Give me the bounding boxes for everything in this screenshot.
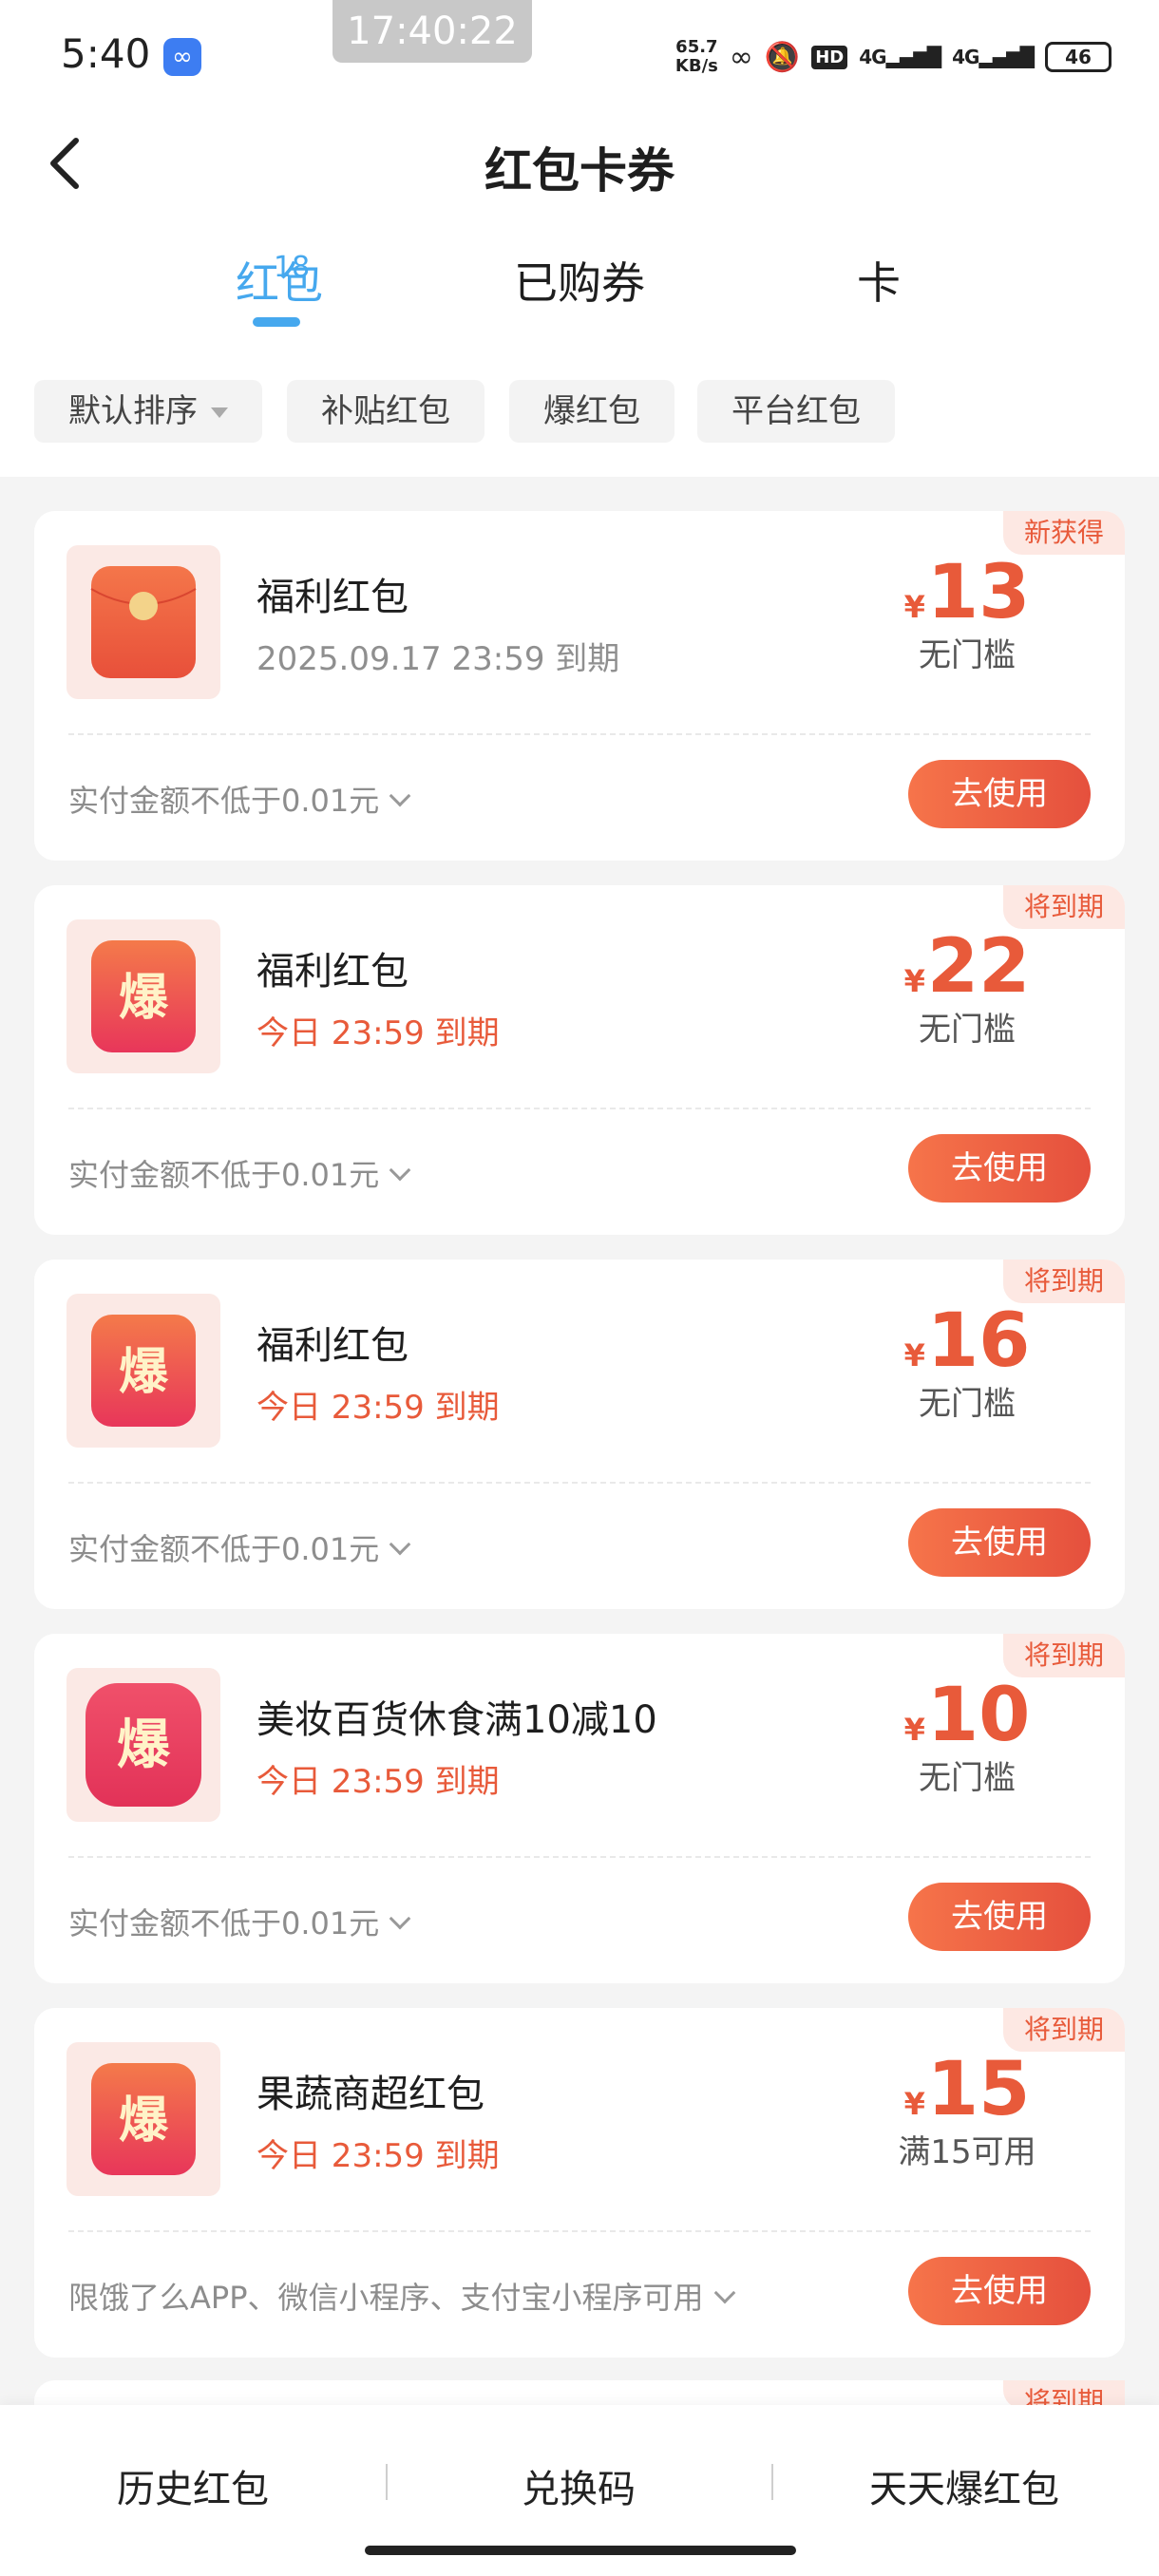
coupon-amount-block: ¥15 满15可用 (872, 2048, 1062, 2172)
filter-default-sort[interactable]: 默认排序 (34, 380, 262, 443)
coupon-rule[interactable]: 实付金额不低于0.01元 (68, 777, 411, 821)
coupon-tag: 将到期 (1002, 2008, 1125, 2052)
coupon-rule[interactable]: 实付金额不低于0.01元 (68, 1900, 411, 1943)
svg-text:爆: 爆 (119, 970, 169, 1027)
use-button[interactable]: 去使用 (908, 1134, 1091, 1203)
dashed-divider (68, 733, 1091, 735)
coupon-expiry: 2025.09.17 23:59 到期 (256, 640, 620, 678)
coupon-amount: 16 (926, 1298, 1031, 1384)
coupon-expiry: 今日 23:59 到期 (256, 1014, 500, 1052)
bao-icon: 爆 (66, 2042, 220, 2196)
chevron-down-icon (713, 2282, 735, 2304)
coupon-title: 果蔬商超红包 (256, 2073, 484, 2116)
status-icons: 65.7 KB/s ∞ 🔕 HD 4G▂▄▆█ 4G▂▄▆█ 46 (675, 34, 1112, 80)
use-button[interactable]: 去使用 (908, 1508, 1091, 1577)
coupon-tag: 将到期 (1002, 1260, 1125, 1303)
tab-purchased-coupons[interactable]: 已购券 (514, 249, 645, 312)
status-time: 5:40 (61, 30, 151, 77)
daily-bao-red-packet-button[interactable]: 天天爆红包 (771, 2458, 1157, 2513)
home-indicator[interactable] (365, 2546, 796, 2555)
history-red-packet-button[interactable]: 历史红包 (0, 2458, 386, 2513)
coupon-amount: 15 (926, 2047, 1031, 2132)
filter-platform[interactable]: 平台红包 (697, 380, 895, 443)
redeem-code-button[interactable]: 兑换码 (386, 2458, 771, 2513)
link-app-icon: ∞ (163, 38, 201, 76)
chevron-down-icon (389, 785, 411, 807)
coupon-amount: 22 (926, 924, 1031, 1010)
dashed-divider (68, 1856, 1091, 1858)
svg-text:爆: 爆 (119, 1344, 169, 1401)
chevron-down-icon (389, 1533, 411, 1556)
coupon-card[interactable]: 将到期 爆 美妆百货休食满10减10 今日 23:59 到期 ¥10 无门槛 实… (34, 1634, 1125, 1983)
coupon-amount-block: ¥13 无门槛 (872, 551, 1062, 675)
coupon-card[interactable]: 将到期 爆 福利红包 今日 23:59 到期 ¥22 无门槛 实付金额不低于0.… (34, 885, 1125, 1235)
use-button[interactable]: 去使用 (908, 2257, 1091, 2325)
coupon-title: 福利红包 (256, 1324, 408, 1368)
coupon-condition: 无门槛 (919, 1385, 1016, 1423)
coupon-rule[interactable]: 实付金额不低于0.01元 (68, 1151, 411, 1195)
status-bar: 5:40 ∞ 17:40:22 65.7 KB/s ∞ 🔕 HD 4G▂▄▆█ … (0, 0, 1159, 114)
coupon-expiry: 今日 23:59 到期 (256, 2137, 500, 2175)
link-icon: ∞ (729, 40, 753, 74)
bao-icon: 爆 (66, 1668, 220, 1822)
coupon-rule[interactable]: 实付金额不低于0.01元 (68, 1525, 411, 1569)
dashed-divider (68, 2230, 1091, 2232)
coupon-amount: 10 (926, 1673, 1031, 1758)
dashed-divider (68, 1108, 1091, 1109)
tab-count-badge: 18 (274, 251, 311, 284)
signal-icon: 4G▂▄▆█ (859, 46, 941, 68)
coupon-tag: 将到期 (1002, 1634, 1125, 1677)
coupon-tag: 新获得 (1002, 511, 1125, 555)
coupon-amount: 13 (926, 550, 1031, 635)
currency-symbol: ¥ (903, 2086, 925, 2122)
coupon-card[interactable]: 将到期 爆 福利红包 今日 23:59 到期 ¥16 无门槛 实付金额不低于0.… (34, 1260, 1125, 1609)
bao-icon: 爆 (66, 1294, 220, 1448)
battery-icon: 46 (1045, 42, 1112, 72)
coupon-expiry: 今日 23:59 到期 (256, 1763, 500, 1801)
coupon-amount-block: ¥10 无门槛 (872, 1674, 1062, 1798)
svg-text:爆: 爆 (119, 2093, 169, 2150)
coupon-rule[interactable]: 限饿了么APP、微信小程序、支付宝小程序可用 (68, 2274, 735, 2318)
caret-down-icon (211, 407, 228, 418)
svg-text:爆: 爆 (117, 1714, 171, 1776)
tab-active-indicator (253, 317, 300, 327)
coupon-card[interactable]: 新获得 福利红包 2025.09.17 23:59 到期 ¥13 无门槛 实付金… (34, 511, 1125, 861)
coupon-condition: 无门槛 (919, 1759, 1016, 1797)
coupon-title: 美妆百货休食满10减10 (256, 1698, 657, 1742)
coupon-card[interactable]: 将到期 爆 果蔬商超红包 今日 23:59 到期 ¥15 满15可用 限饿了么A… (34, 2008, 1125, 2358)
filter-bao[interactable]: 爆红包 (509, 380, 674, 443)
currency-symbol: ¥ (903, 589, 925, 625)
bao-icon: 爆 (66, 919, 220, 1073)
mute-bell-icon: 🔕 (764, 40, 801, 74)
currency-symbol: ¥ (903, 1337, 925, 1373)
coupon-title: 福利红包 (256, 576, 408, 619)
currency-symbol: ¥ (903, 1712, 925, 1748)
coupon-condition: 无门槛 (919, 1011, 1016, 1049)
hd-icon: HD (811, 45, 848, 69)
coupon-condition: 无门槛 (919, 636, 1016, 674)
use-button[interactable]: 去使用 (908, 1883, 1091, 1951)
coupon-amount-block: ¥22 无门槛 (872, 925, 1062, 1050)
coupon-amount-block: ¥16 无门槛 (872, 1299, 1062, 1424)
chevron-down-icon (389, 1907, 411, 1930)
chevron-down-icon (389, 1159, 411, 1182)
tab-cards[interactable]: 卡 (857, 249, 901, 312)
coupon-title: 福利红包 (256, 950, 408, 994)
currency-symbol: ¥ (903, 963, 925, 999)
signal-icon-2: 4G▂▄▆█ (952, 46, 1035, 68)
red-envelope-icon (66, 545, 220, 699)
coupon-tag: 将到期 (1002, 885, 1125, 929)
page-title: 红包卡券 (484, 143, 674, 199)
use-button[interactable]: 去使用 (908, 760, 1091, 828)
coupon-condition: 满15可用 (898, 2133, 1036, 2171)
dashed-divider (68, 1482, 1091, 1484)
screen-record-time: 17:40:22 (332, 0, 532, 63)
filter-subsidy[interactable]: 补贴红包 (287, 380, 484, 443)
network-speed: 65.7 KB/s (674, 37, 718, 76)
coupon-expiry: 今日 23:59 到期 (256, 1389, 500, 1427)
